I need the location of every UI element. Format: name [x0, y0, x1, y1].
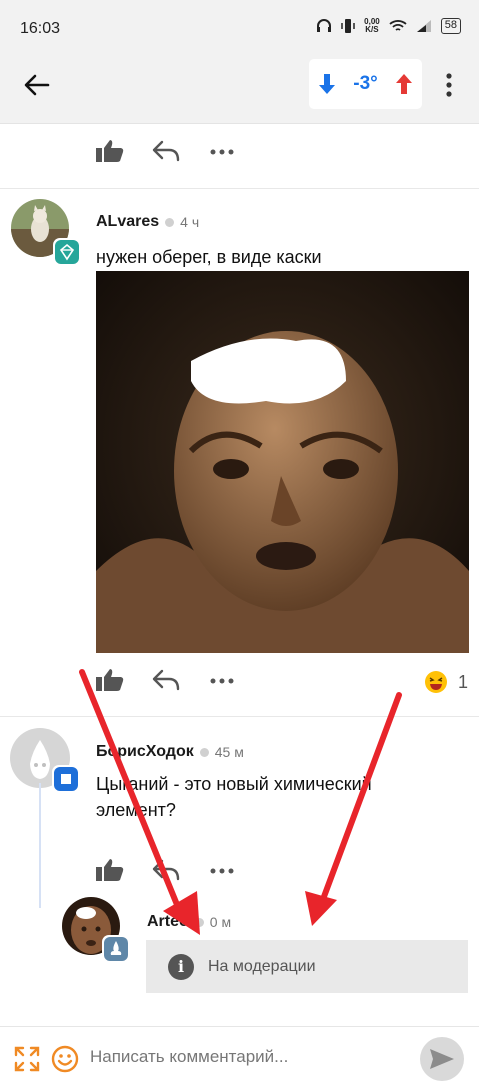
battery-icon: 58: [440, 18, 461, 34]
comment-author[interactable]: ALvares 4 ч: [96, 213, 199, 231]
previous-comment-actions: [95, 138, 237, 164]
author-name[interactable]: БорисХодок: [96, 743, 194, 761]
moderation-label: На модерации: [208, 957, 316, 975]
comment-text: нужен оберег, в виде каски: [96, 247, 322, 267]
comment-actions: [95, 667, 237, 693]
comment-time: 45 м: [214, 744, 244, 760]
laughing-emoji-icon: [425, 671, 447, 693]
status-time: 16:03: [20, 20, 61, 37]
reply-icon[interactable]: [151, 138, 181, 164]
separator-dot: [165, 217, 175, 227]
comment-actions: [95, 857, 237, 883]
headphones-icon: [317, 19, 332, 32]
comment-text-line: Цыганий - это новый химический: [96, 774, 372, 794]
separator-dot: [194, 917, 204, 927]
author-name[interactable]: ALvares: [96, 213, 159, 231]
thread-line: [39, 783, 41, 908]
reaction-count: 1: [458, 671, 469, 692]
level-badge-icon: [52, 765, 80, 793]
comment-text: Цыганий - это новый химический элемент?: [96, 771, 372, 823]
divider: [0, 188, 479, 189]
net-speed: 0,00 K/S: [364, 17, 380, 34]
separator-dot: [199, 747, 209, 757]
moderation-notice: i На модерации: [146, 940, 468, 993]
comment-input[interactable]: Написать комментарий...: [90, 1047, 288, 1067]
send-icon: [430, 1049, 454, 1069]
photo-illustration: [96, 271, 469, 653]
comment-time: 0 м: [209, 914, 232, 930]
author-name[interactable]: Arteo: [147, 913, 189, 931]
divider: [0, 716, 479, 717]
reply-icon[interactable]: [151, 667, 181, 693]
thumb-down-arrow-icon[interactable]: [318, 73, 336, 95]
comment-author[interactable]: Arteo 0 м: [147, 913, 231, 931]
info-icon: i: [168, 953, 194, 980]
comment-author[interactable]: БорисХодок 45 м: [96, 743, 244, 761]
comment-image[interactable]: [96, 271, 469, 653]
rating-value: -3°: [353, 73, 378, 94]
more-vertical-icon[interactable]: [438, 70, 460, 100]
comment-text-line: элемент?: [96, 800, 176, 820]
more-horizontal-icon[interactable]: [207, 667, 237, 693]
reaction[interactable]: 1: [424, 670, 468, 694]
vibrate-icon: [341, 19, 355, 33]
more-horizontal-icon[interactable]: [207, 138, 237, 164]
like-icon[interactable]: [95, 138, 125, 164]
like-icon[interactable]: [95, 857, 125, 883]
comment-input-bar: Написать комментарий...: [0, 1026, 479, 1090]
comment-time: 4 ч: [180, 214, 200, 230]
reply-icon[interactable]: [151, 857, 181, 883]
level-badge-icon: [53, 238, 81, 266]
like-icon[interactable]: [95, 667, 125, 693]
post-rating: -3°: [309, 59, 422, 109]
wifi-icon: [389, 20, 407, 31]
status-bar: 16:03 0,00 K/S 58: [0, 0, 479, 48]
expand-icon[interactable]: [14, 1046, 40, 1072]
thumb-up-arrow-icon[interactable]: [395, 73, 413, 95]
status-icons: 0,00 K/S 58: [316, 18, 461, 34]
app-bar: -3°: [0, 48, 479, 124]
level-badge-icon: [102, 935, 130, 963]
send-button[interactable]: [420, 1037, 464, 1081]
more-horizontal-icon[interactable]: [207, 857, 237, 883]
emoji-icon[interactable]: [51, 1045, 79, 1073]
back-arrow-icon[interactable]: [20, 68, 54, 102]
signal-icon: [416, 20, 431, 32]
